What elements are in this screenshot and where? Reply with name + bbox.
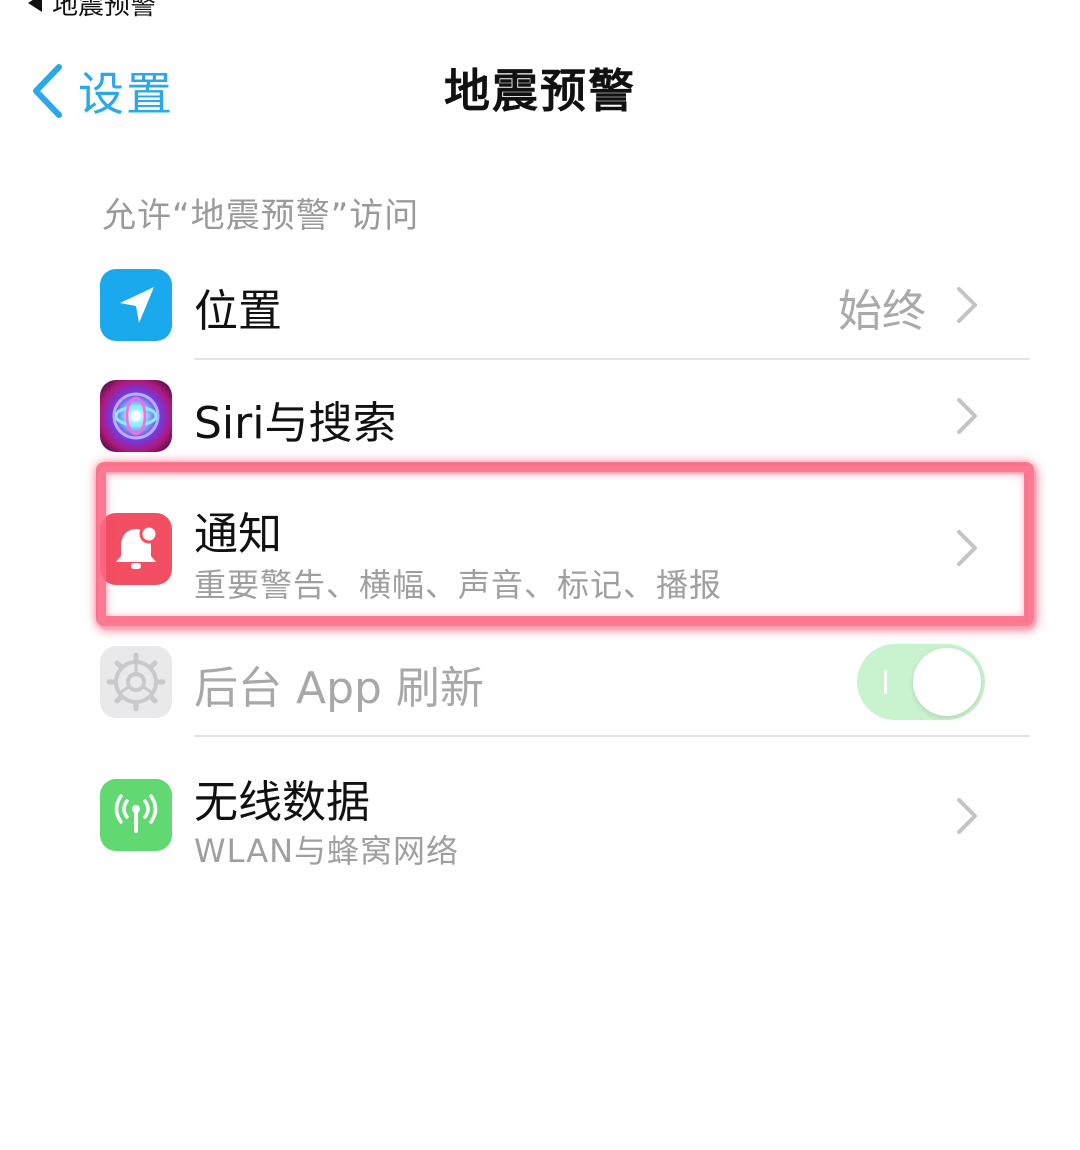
chevron-right-icon bbox=[957, 530, 977, 566]
row-separator bbox=[194, 735, 1030, 737]
status-back-label: 地震预警 bbox=[52, 0, 157, 21]
settings-row-location[interactable]: 位置 始终 bbox=[0, 250, 1080, 360]
row-label: Siri与搜索 bbox=[194, 398, 397, 449]
row-value: 始终 bbox=[838, 286, 926, 337]
location-arrow-icon bbox=[100, 269, 172, 341]
row-label: 无线数据 bbox=[194, 777, 370, 828]
row-label: 通知 bbox=[194, 509, 282, 560]
nav-back-button[interactable]: 设置 bbox=[30, 58, 174, 124]
back-triangle-icon bbox=[28, 0, 42, 12]
bell-icon bbox=[100, 513, 172, 585]
row-label: 后台 App 刷新 bbox=[194, 663, 484, 714]
row-sublabel: 重要警告、横幅、声音、标记、播报 bbox=[194, 566, 723, 604]
settings-row-wireless-data[interactable]: 无线数据 WLAN与蜂窝网络 bbox=[0, 738, 1080, 888]
siri-icon bbox=[100, 380, 172, 452]
row-sublabel: WLAN与蜂窝网络 bbox=[194, 832, 460, 870]
section-header: 允许“地震预警”访问 bbox=[102, 196, 420, 236]
chevron-right-icon bbox=[957, 287, 977, 323]
antenna-icon bbox=[100, 779, 172, 851]
settings-row-background-refresh: 后台 App 刷新 bbox=[0, 628, 1080, 736]
settings-row-siri[interactable]: Siri与搜索 bbox=[0, 360, 1080, 472]
chevron-left-icon bbox=[33, 64, 62, 118]
nav-back-label: 设置 bbox=[78, 67, 174, 121]
row-label: 位置 bbox=[194, 286, 282, 337]
gear-icon bbox=[100, 646, 172, 718]
toggle-on-mark bbox=[884, 670, 887, 694]
settings-page: 地震预警 设置 地震预警 允许“地震预警”访问 位置 始终 Siri与搜索 通知… bbox=[0, 0, 1080, 1150]
background-refresh-toggle bbox=[857, 644, 985, 720]
chevron-right-icon bbox=[957, 398, 977, 434]
settings-row-notifications[interactable]: 通知 重要警告、横幅、声音、标记、播报 bbox=[0, 472, 1080, 622]
chevron-right-icon bbox=[957, 798, 977, 834]
page-title: 地震预警 bbox=[444, 64, 636, 118]
toggle-knob bbox=[913, 648, 981, 716]
status-back-to-app[interactable]: 地震预警 bbox=[28, 0, 156, 21]
